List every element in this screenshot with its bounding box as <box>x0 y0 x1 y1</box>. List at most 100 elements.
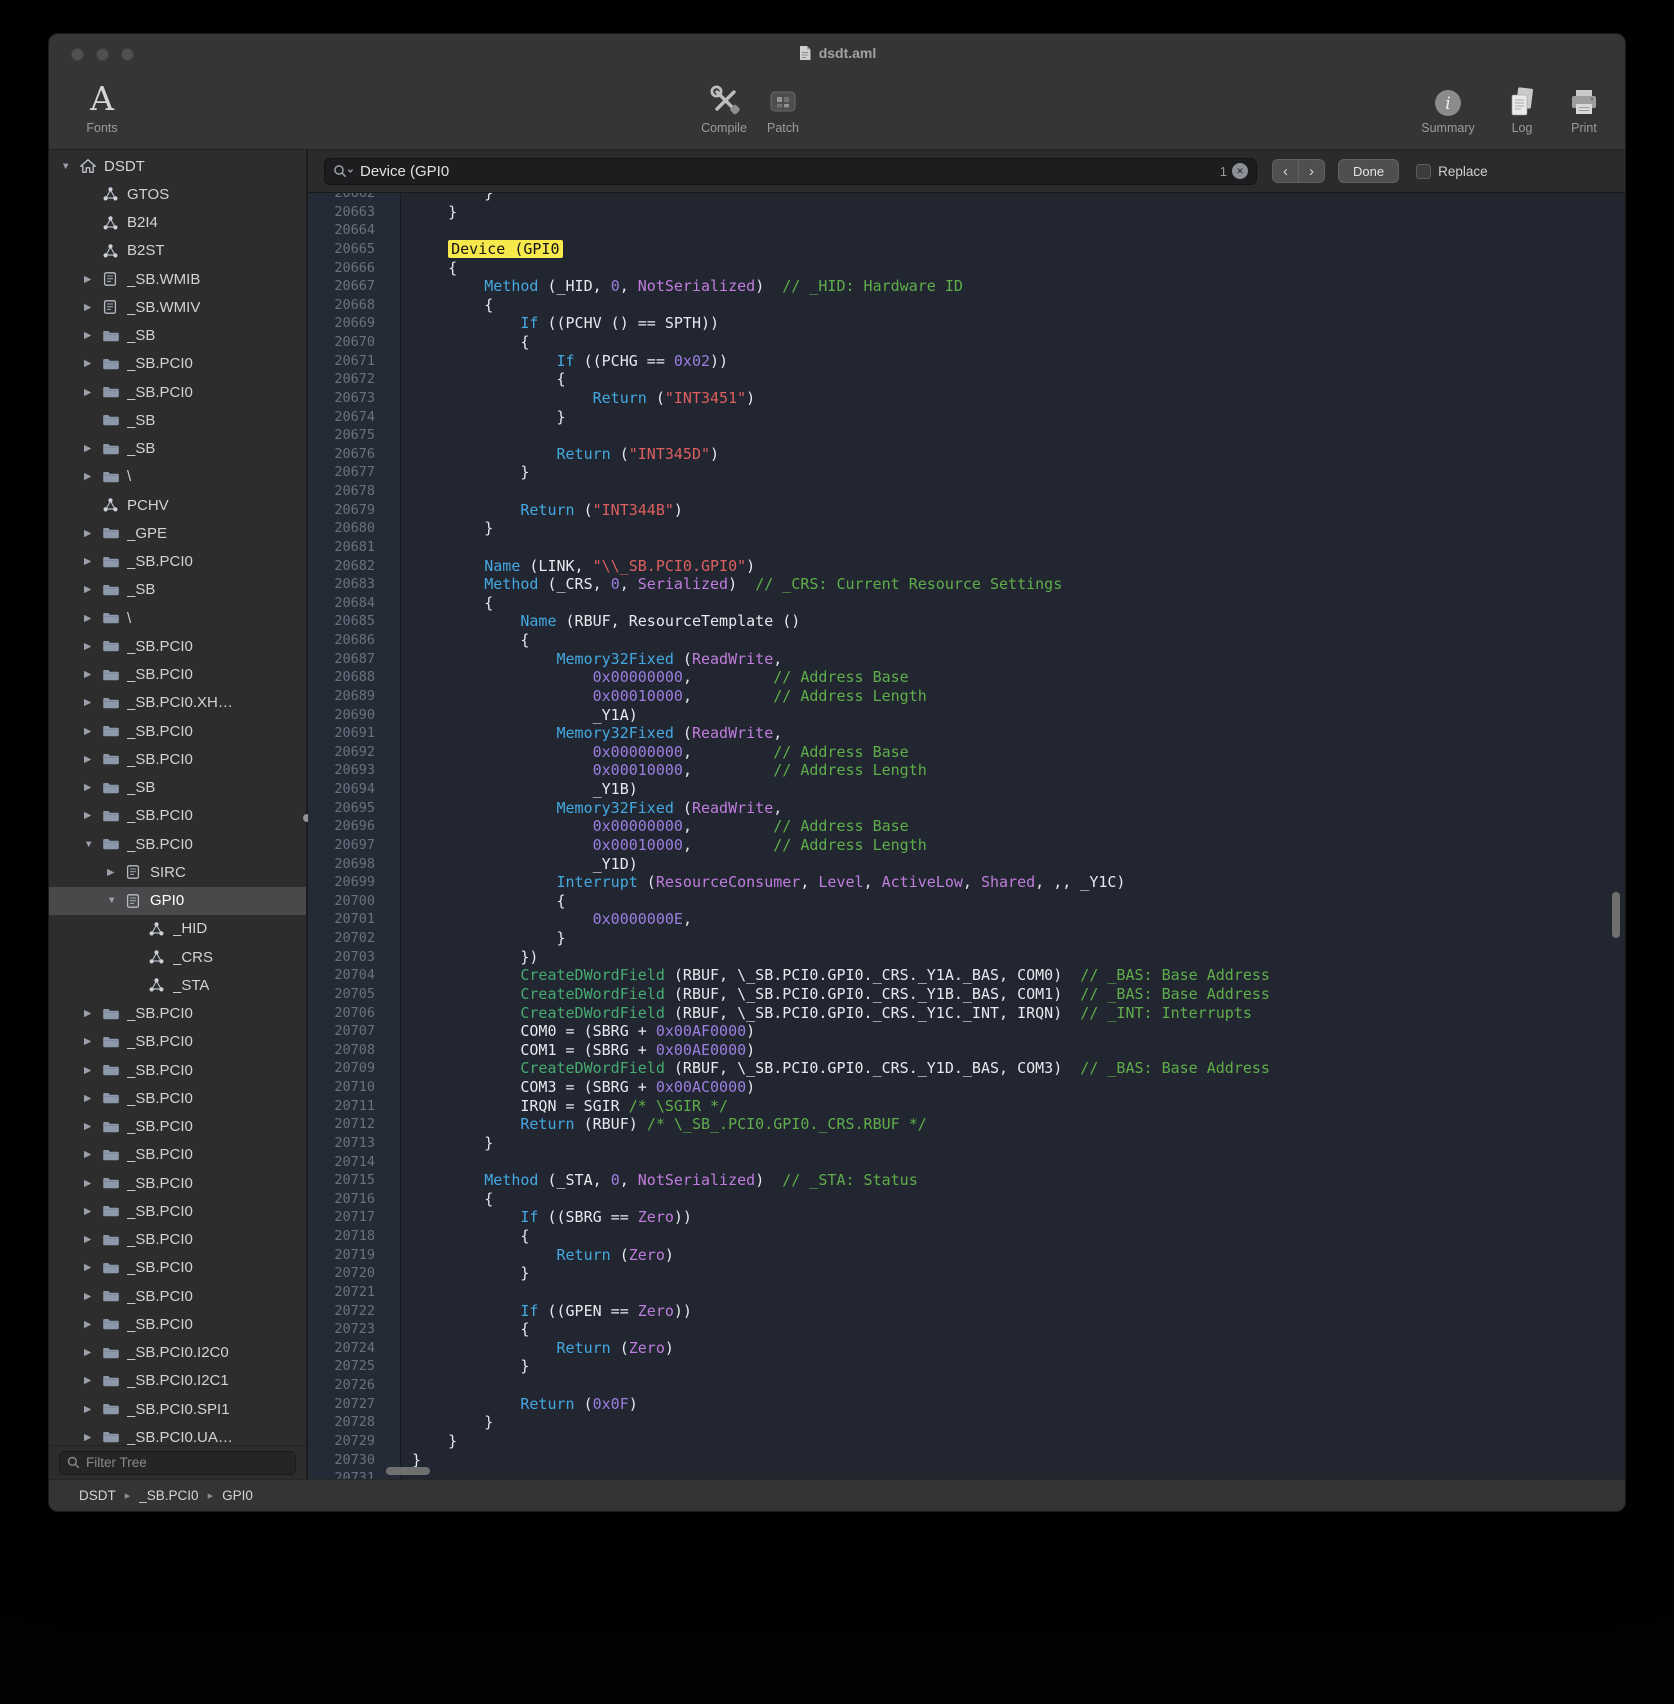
disclosure-triangle-icon[interactable]: ▶ <box>84 1375 102 1386</box>
disclosure-triangle-icon[interactable]: ▶ <box>84 697 102 708</box>
code-line-20674[interactable]: 20674 } <box>308 408 1625 427</box>
code-line-20725[interactable]: 20725 } <box>308 1357 1625 1376</box>
disclosure-triangle-icon[interactable]: ▶ <box>84 1347 102 1358</box>
code-line-20679[interactable]: 20679 Return ("INT344B") <box>308 501 1625 520</box>
search-input[interactable] <box>360 163 1215 180</box>
done-button[interactable]: Done <box>1338 159 1399 183</box>
code-line-20709[interactable]: 20709 CreateDWordField (RBUF, \_SB.PCI0.… <box>308 1059 1625 1078</box>
code-line-20697[interactable]: 20697 0x00010000, // Address Length <box>308 836 1625 855</box>
code-line-20682[interactable]: 20682 Name (LINK, "\\_SB.PCI0.GPI0") <box>308 557 1625 576</box>
code-line-20688[interactable]: 20688 0x00000000, // Address Base <box>308 668 1625 687</box>
code-line-20693[interactable]: 20693 0x00010000, // Address Length <box>308 761 1625 780</box>
search-field[interactable]: 1 ✕ <box>324 158 1257 185</box>
tree-item-sbpci0[interactable]: ▶_SB.PCI0 <box>49 1310 306 1338</box>
code-line-20716[interactable]: 20716 { <box>308 1190 1625 1209</box>
tree-item-sirc[interactable]: ▶SIRC <box>49 858 306 886</box>
disclosure-triangle-icon[interactable]: ▶ <box>84 1404 102 1415</box>
code-line-20666[interactable]: 20666 { <box>308 259 1625 278</box>
tree-item-sbpci0spi1[interactable]: ▶_SB.PCI0.SPI1 <box>49 1395 306 1423</box>
code-line-20699[interactable]: 20699 Interrupt (ResourceConsumer, Level… <box>308 873 1625 892</box>
disclosure-triangle-icon[interactable]: ▼ <box>84 839 102 850</box>
code-line-20703[interactable]: 20703 }) <box>308 948 1625 967</box>
code-line-20691[interactable]: 20691 Memory32Fixed (ReadWrite, <box>308 724 1625 743</box>
tree-item-sb[interactable]: ▶_SB <box>49 774 306 802</box>
code-line-20664[interactable]: 20664 <box>308 221 1625 240</box>
tree-item-b2st[interactable]: B2ST <box>49 237 306 265</box>
code-line-20687[interactable]: 20687 Memory32Fixed (ReadWrite, <box>308 650 1625 669</box>
code-line-20726[interactable]: 20726 <box>308 1376 1625 1395</box>
code-line-20692[interactable]: 20692 0x00000000, // Address Base <box>308 743 1625 762</box>
code-line-20712[interactable]: 20712 Return (RBUF) /* \_SB_.PCI0.GPI0._… <box>308 1115 1625 1134</box>
code-line-20722[interactable]: 20722 If ((GPEN == Zero)) <box>308 1302 1625 1321</box>
code-line-20719[interactable]: 20719 Return (Zero) <box>308 1246 1625 1265</box>
tree-item-sb[interactable]: ▶_SB <box>49 576 306 604</box>
disclosure-triangle-icon[interactable]: ▼ <box>107 895 125 906</box>
code-line-20704[interactable]: 20704 CreateDWordField (RBUF, \_SB.PCI0.… <box>308 966 1625 985</box>
tree-item-pchv[interactable]: PCHV <box>49 491 306 519</box>
code-line-20673[interactable]: 20673 Return ("INT3451") <box>308 389 1625 408</box>
code-line-20705[interactable]: 20705 CreateDWordField (RBUF, \_SB.PCI0.… <box>308 985 1625 1004</box>
code-line-20707[interactable]: 20707 COM0 = (SBRG + 0x00AF0000) <box>308 1022 1625 1041</box>
tree-item-sbpci0[interactable]: ▶_SB.PCI0 <box>49 632 306 660</box>
disclosure-triangle-icon[interactable]: ▶ <box>84 528 102 539</box>
tree-item-sbwmib[interactable]: ▶_SB.WMIB <box>49 265 306 293</box>
code-line-20713[interactable]: 20713 } <box>308 1134 1625 1153</box>
code-line-20672[interactable]: 20672 { <box>308 370 1625 389</box>
disclosure-triangle-icon[interactable]: ▶ <box>84 1036 102 1047</box>
code-line-20731[interactable]: 20731 <box>308 1469 1625 1479</box>
tree-item-sbpci0[interactable]: ▶_SB.PCI0 <box>49 717 306 745</box>
breadcrumb-item[interactable]: DSDT <box>79 1488 116 1503</box>
replace-checkbox[interactable] <box>1416 164 1431 179</box>
code-line-20677[interactable]: 20677 } <box>308 463 1625 482</box>
tree-item-sbpci0xh[interactable]: ▶_SB.PCI0.XH… <box>49 689 306 717</box>
disclosure-triangle-icon[interactable]: ▶ <box>84 1262 102 1273</box>
fonts-button[interactable]: A Fonts <box>71 74 133 135</box>
tree-item-hid[interactable]: _HID <box>49 915 306 943</box>
disclosure-triangle-icon[interactable]: ▶ <box>84 1291 102 1302</box>
code-line-20714[interactable]: 20714 <box>308 1153 1625 1172</box>
code-line-20698[interactable]: 20698 _Y1D) <box>308 855 1625 874</box>
tree-item-sbpci0[interactable]: ▶_SB.PCI0 <box>49 1000 306 1028</box>
disclosure-triangle-icon[interactable]: ▶ <box>84 274 102 285</box>
code-line-20686[interactable]: 20686 { <box>308 631 1625 650</box>
log-button[interactable]: Log <box>1495 74 1549 135</box>
code-line-20675[interactable]: 20675 <box>308 426 1625 445</box>
disclosure-triangle-icon[interactable]: ▶ <box>84 1234 102 1245</box>
breadcrumb-item[interactable]: GPI0 <box>222 1488 253 1503</box>
code-line-20696[interactable]: 20696 0x00000000, // Address Base <box>308 817 1625 836</box>
tree-item-sbpci0i2c0[interactable]: ▶_SB.PCI0.I2C0 <box>49 1339 306 1367</box>
tree-item-sb[interactable]: ▶_SB <box>49 435 306 463</box>
patch-button[interactable]: Patch <box>756 74 810 135</box>
code-line-20665[interactable]: 20665 Device (GPI0 <box>308 240 1625 259</box>
compile-button[interactable]: Compile <box>692 74 756 135</box>
disclosure-triangle-icon[interactable]: ▶ <box>84 726 102 737</box>
code-line-20669[interactable]: 20669 If ((PCHV () == SPTH)) <box>308 314 1625 333</box>
tree-item-sbpci0[interactable]: ▶_SB.PCI0 <box>49 745 306 773</box>
disclosure-triangle-icon[interactable]: ▶ <box>84 387 102 398</box>
tree-item-sbpci0[interactable]: ▶_SB.PCI0 <box>49 1254 306 1282</box>
tree-item-sbpci0[interactable]: ▶_SB.PCI0 <box>49 1084 306 1112</box>
print-button[interactable]: Print <box>1557 74 1611 135</box>
code-line-20678[interactable]: 20678 <box>308 482 1625 501</box>
code-line-20667[interactable]: 20667 Method (_HID, 0, NotSerialized) //… <box>308 277 1625 296</box>
disclosure-triangle-icon[interactable]: ▶ <box>84 584 102 595</box>
tree-item-sbpci0[interactable]: ▼_SB.PCI0 <box>49 830 306 858</box>
disclosure-triangle-icon[interactable]: ▼ <box>61 161 79 172</box>
next-match-button[interactable]: › <box>1298 159 1325 183</box>
code-line-20723[interactable]: 20723 { <box>308 1320 1625 1339</box>
disclosure-triangle-icon[interactable]: ▶ <box>84 810 102 821</box>
code-line-20720[interactable]: 20720 } <box>308 1264 1625 1283</box>
code-line-20701[interactable]: 20701 0x0000000E, <box>308 910 1625 929</box>
disclosure-triangle-icon[interactable]: ▶ <box>84 358 102 369</box>
code-line-20702[interactable]: 20702 } <box>308 929 1625 948</box>
disclosure-triangle-icon[interactable]: ▶ <box>84 556 102 567</box>
code-line-20690[interactable]: 20690 _Y1A) <box>308 706 1625 725</box>
tree-item-dsdt[interactable]: ▼DSDT <box>49 152 306 180</box>
tree-item-sbpci0[interactable]: ▶_SB.PCI0 <box>49 378 306 406</box>
code-line-20684[interactable]: 20684 { <box>308 594 1625 613</box>
code-line-20663[interactable]: 20663 } <box>308 203 1625 222</box>
code-line-20683[interactable]: 20683 Method (_CRS, 0, Serialized) // _C… <box>308 575 1625 594</box>
tree-item-b2i4[interactable]: B2I4 <box>49 209 306 237</box>
tree-item-sbpci0[interactable]: ▶_SB.PCI0 <box>49 1113 306 1141</box>
code-line-20708[interactable]: 20708 COM1 = (SBRG + 0x00AE0000) <box>308 1041 1625 1060</box>
